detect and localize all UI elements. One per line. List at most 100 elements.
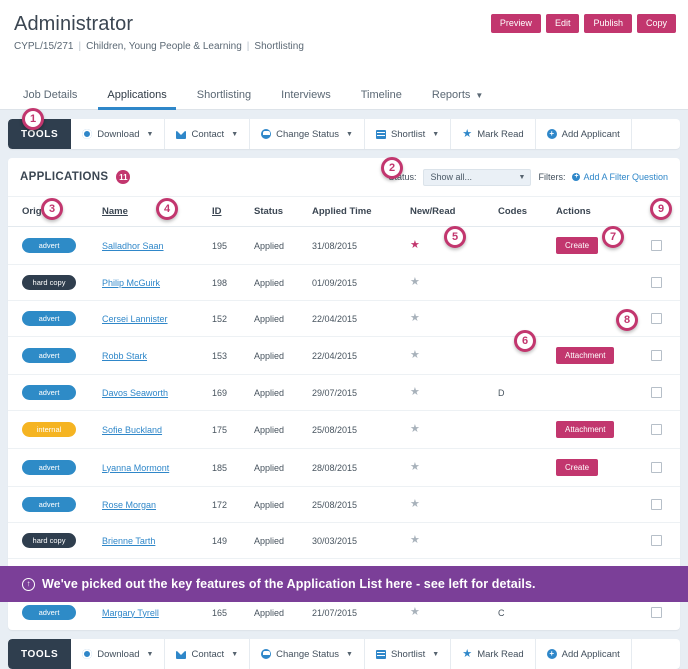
star-icon[interactable]: ★ bbox=[410, 534, 420, 546]
tab-timeline[interactable]: Timeline bbox=[346, 82, 417, 110]
tool-contact-top[interactable]: Contact ▼ bbox=[165, 119, 251, 149]
cell-applied-time: 28/08/2015 bbox=[312, 448, 410, 487]
applicant-name-link[interactable]: Rose Morgan bbox=[102, 500, 156, 510]
tool-shortlist-bottom[interactable]: Shortlist ▼ bbox=[365, 639, 452, 669]
tool-shortlist-top[interactable]: Shortlist ▼ bbox=[365, 119, 452, 149]
chevron-down-icon: ▼ bbox=[432, 130, 440, 138]
table-row: internal Sofie Buckland 175 Applied 25/08/20… bbox=[8, 410, 680, 449]
tool-mark-read-bottom[interactable]: ★ Mark Read bbox=[451, 639, 536, 669]
row-action-button[interactable]: Create bbox=[556, 237, 599, 254]
col-new-read: New/Read bbox=[410, 197, 498, 227]
publish-button[interactable]: Publish bbox=[584, 14, 632, 33]
add-filter-question-link[interactable]: + Add A Filter Question bbox=[572, 172, 668, 182]
origin-badge: advert bbox=[22, 311, 76, 326]
cell-applied-time: 30/03/2015 bbox=[312, 522, 410, 559]
tool-label: Shortlist bbox=[390, 128, 426, 140]
row-action-button[interactable]: Attachment bbox=[556, 421, 615, 438]
applicant-name-link[interactable]: Cersei Lannister bbox=[102, 314, 168, 324]
cell-applied-time: 25/08/2015 bbox=[312, 486, 410, 523]
tool-label: Add Applicant bbox=[561, 648, 620, 660]
cell-id: 149 bbox=[212, 522, 254, 559]
cell-status: Applied bbox=[254, 448, 312, 487]
row-checkbox[interactable] bbox=[651, 607, 662, 619]
tool-label: Download bbox=[97, 648, 140, 660]
row-checkbox[interactable] bbox=[651, 240, 662, 252]
origin-badge: hard copy bbox=[22, 533, 76, 548]
tab-reports[interactable]: Reports ▼ bbox=[417, 82, 498, 110]
star-icon[interactable]: ★ bbox=[410, 461, 420, 473]
row-checkbox[interactable] bbox=[651, 350, 662, 362]
star-icon[interactable]: ★ bbox=[410, 606, 420, 618]
tool-add-applicant-bottom[interactable]: + Add Applicant bbox=[536, 639, 632, 669]
add-filter-label: Add A Filter Question bbox=[583, 172, 668, 182]
breadcrumb-dept: Children, Young People & Learning bbox=[86, 41, 242, 52]
applicant-name-link[interactable]: Davos Seaworth bbox=[102, 388, 168, 398]
tool-change-status-top[interactable]: Change Status ▼ bbox=[250, 119, 365, 149]
status-filter-select[interactable]: Show all... ▼ bbox=[423, 168, 532, 186]
cell-id: 152 bbox=[212, 300, 254, 337]
row-checkbox[interactable] bbox=[651, 499, 662, 511]
callout-badge-9: 9 bbox=[650, 198, 672, 220]
tool-label: Change Status bbox=[276, 648, 339, 660]
cell-applied-time: 25/08/2015 bbox=[312, 410, 410, 449]
star-icon[interactable]: ★ bbox=[410, 349, 420, 361]
edit-button[interactable]: Edit bbox=[545, 14, 580, 33]
applicant-name-link[interactable]: Margary Tyrell bbox=[102, 608, 159, 618]
tool-download-bottom[interactable]: Download ▼ bbox=[71, 639, 166, 669]
star-icon[interactable]: ★ bbox=[410, 423, 420, 435]
tool-add-applicant-top[interactable]: + Add Applicant bbox=[536, 119, 632, 149]
cell-id: 153 bbox=[212, 336, 254, 375]
tool-mark-read-top[interactable]: ★ Mark Read bbox=[451, 119, 536, 149]
status-icon bbox=[261, 649, 272, 659]
cell-codes bbox=[498, 264, 556, 301]
row-action-button[interactable]: Attachment bbox=[556, 347, 615, 364]
preview-button[interactable]: Preview bbox=[490, 14, 541, 33]
cell-new-read: ★ bbox=[410, 300, 498, 337]
applicant-name-link[interactable]: Sofie Buckland bbox=[102, 425, 162, 435]
tab-job-details[interactable]: Job Details bbox=[8, 82, 92, 110]
applicant-name-link[interactable]: Lyanna Mormont bbox=[102, 463, 169, 473]
table-row: advert Salladhor Saan 195 Applied 31/08/2015… bbox=[8, 226, 680, 265]
col-id[interactable]: ID bbox=[212, 197, 254, 227]
row-checkbox[interactable] bbox=[651, 424, 662, 436]
cell-name: Brienne Tarth bbox=[102, 522, 212, 559]
row-checkbox[interactable] bbox=[651, 277, 662, 289]
applications-title: APPLICATIONS bbox=[20, 171, 109, 183]
row-checkbox[interactable] bbox=[651, 387, 662, 399]
tab-shortlisting[interactable]: Shortlisting bbox=[182, 82, 266, 110]
cell-origin: advert bbox=[8, 336, 102, 375]
star-icon[interactable]: ★ bbox=[410, 386, 420, 398]
cell-new-read: ★ bbox=[410, 336, 498, 375]
row-checkbox[interactable] bbox=[651, 462, 662, 474]
cell-actions bbox=[556, 374, 651, 411]
applicant-name-link[interactable]: Robb Stark bbox=[102, 351, 147, 361]
callout-badge-1: 1 bbox=[22, 108, 44, 130]
cell-new-read: ★ bbox=[410, 410, 498, 449]
tab-applications[interactable]: Applications bbox=[92, 82, 182, 110]
applicant-name-link[interactable]: Brienne Tarth bbox=[102, 536, 155, 546]
cell-select bbox=[651, 410, 680, 449]
cell-id: 169 bbox=[212, 374, 254, 411]
cell-id: 172 bbox=[212, 486, 254, 523]
tool-download-top[interactable]: Download ▼ bbox=[71, 119, 166, 149]
tool-contact-bottom[interactable]: Contact ▼ bbox=[165, 639, 251, 669]
cell-origin: internal bbox=[8, 410, 102, 449]
cell-select bbox=[651, 522, 680, 559]
row-action-button[interactable]: Create bbox=[556, 459, 599, 476]
star-icon[interactable]: ★ bbox=[410, 312, 420, 324]
star-icon[interactable]: ★ bbox=[410, 276, 420, 288]
star-icon[interactable]: ★ bbox=[410, 239, 420, 251]
cell-status: Applied bbox=[254, 410, 312, 449]
applicant-name-link[interactable]: Philip McGuirk bbox=[102, 278, 160, 288]
cell-applied-time: 01/09/2015 bbox=[312, 264, 410, 301]
copy-button[interactable]: Copy bbox=[636, 14, 676, 33]
row-checkbox[interactable] bbox=[651, 313, 662, 325]
applicant-name-link[interactable]: Salladhor Saan bbox=[102, 241, 164, 251]
row-checkbox[interactable] bbox=[651, 535, 662, 547]
cell-codes bbox=[498, 410, 556, 449]
star-icon[interactable]: ★ bbox=[410, 498, 420, 510]
status-filter-value: Show all... bbox=[430, 172, 472, 182]
tool-change-status-bottom[interactable]: Change Status ▼ bbox=[250, 639, 365, 669]
cell-status: Applied bbox=[254, 226, 312, 265]
tab-interviews[interactable]: Interviews bbox=[266, 82, 346, 110]
